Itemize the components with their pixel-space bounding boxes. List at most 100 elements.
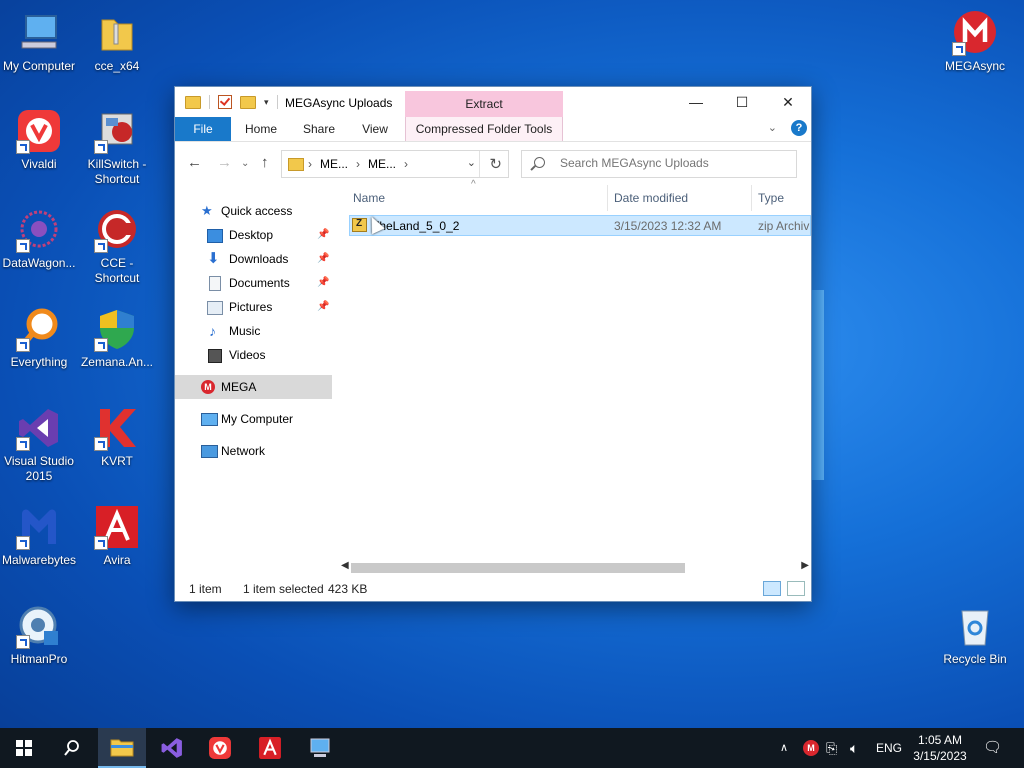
nav-item-label: Network — [221, 444, 266, 458]
maximize-icon[interactable]: ☐ — [719, 87, 765, 117]
tab-compressed-folder-tools[interactable]: Compressed Folder Tools — [405, 117, 563, 141]
desktop-icon-my-computer[interactable]: My Computer — [1, 10, 77, 74]
desktop-icon-killswitch[interactable]: KillSwitch - Shortcut — [79, 108, 155, 187]
nav-item-videos[interactable]: Videos — [175, 343, 332, 367]
nav-item-mega[interactable]: M MEGA — [175, 375, 332, 399]
up-arrow-icon[interactable]: ↑ — [261, 154, 269, 171]
nav-item-network[interactable]: Network — [175, 439, 332, 463]
desktop-icon-malwarebytes[interactable]: Malwarebytes — [1, 504, 77, 568]
column-divider[interactable] — [607, 185, 608, 211]
desktop-icon-avira[interactable]: Avira — [79, 504, 155, 568]
tab-view[interactable]: View — [351, 117, 399, 141]
computer-icon — [201, 413, 218, 426]
clock-time: 1:05 AM — [917, 733, 963, 747]
nav-item-my-computer[interactable]: My Computer — [175, 407, 332, 431]
taskbar-vivaldi[interactable] — [196, 728, 244, 768]
column-header-date-modified[interactable]: Date modified — [614, 185, 688, 211]
desktop-icon-label: Malwarebytes — [1, 553, 77, 567]
desktop-icon-datawagon[interactable]: DataWagon... — [1, 207, 77, 271]
music-note-icon: ♪ — [209, 323, 216, 339]
taskbar-app[interactable] — [296, 728, 344, 768]
desktop-icon-visual-studio[interactable]: Visual Studio 2015 — [1, 405, 77, 484]
desktop-icon-cce-shortcut[interactable]: CCE - Shortcut — [79, 207, 155, 286]
pictures-icon — [207, 301, 223, 315]
breadcrumb-segment[interactable]: ME... — [368, 157, 396, 171]
nav-item-music[interactable]: ♪ Music — [175, 319, 332, 343]
column-header-name[interactable]: Name — [353, 185, 385, 211]
pin-icon[interactable]: 📌 — [317, 247, 329, 271]
nav-item-pictures[interactable]: Pictures 📌 — [175, 295, 332, 319]
nav-item-downloads[interactable]: ⬇ Downloads 📌 — [175, 247, 332, 271]
refresh-icon[interactable]: ↻ — [489, 155, 502, 173]
nav-item-quick-access[interactable]: ★ Quick access — [175, 199, 332, 223]
column-divider[interactable] — [751, 185, 752, 211]
taskbar-file-explorer[interactable] — [98, 728, 146, 768]
desktop-icon-megasync[interactable]: MEGAsync — [937, 10, 1013, 74]
search-button[interactable] — [48, 728, 96, 768]
properties-icon[interactable] — [218, 95, 232, 109]
item-count: 1 item — [189, 582, 222, 596]
input-language[interactable]: ENG — [876, 728, 902, 768]
scroll-left-arrow-icon[interactable]: ◀ — [341, 560, 349, 571]
column-header-type[interactable]: Type — [758, 185, 784, 211]
context-tab-extract[interactable]: Extract — [405, 91, 563, 117]
status-bar: 1 item 1 item selected 423 KB — [175, 577, 811, 601]
scroll-right-arrow-icon[interactable]: ▶ — [801, 560, 809, 571]
nav-item-label: MEGA — [221, 380, 257, 394]
nav-item-label: Downloads — [229, 252, 289, 266]
desktop-icon-kvrt[interactable]: KVRT — [79, 405, 155, 469]
expand-ribbon-chevron-icon[interactable]: ⌄ — [768, 121, 777, 134]
desktop-icon-label: MEGAsync — [944, 59, 1005, 73]
minimize-icon[interactable]: — — [673, 87, 719, 117]
shortcut-arrow-icon — [16, 140, 30, 154]
mega-tray-icon[interactable]: M — [803, 740, 819, 756]
customize-toolbar-dropdown-icon[interactable]: ▾ — [264, 97, 269, 108]
address-bar[interactable]: › ME... › ME... › ⌄ ↻ — [281, 150, 509, 178]
breadcrumb-segment[interactable]: ME... — [320, 157, 348, 171]
taskbar-visual-studio[interactable] — [148, 728, 196, 768]
help-icon[interactable]: ? — [791, 120, 807, 136]
close-icon[interactable]: ✕ — [765, 87, 811, 117]
tab-home[interactable]: Home — [237, 117, 285, 141]
pin-icon[interactable]: 📌 — [317, 271, 329, 295]
tab-file[interactable]: File — [175, 117, 231, 141]
large-icons-view-icon[interactable] — [787, 581, 805, 596]
file-row[interactable]: TheLand_5_0_2 3/15/2023 12:32 AM zip Arc… — [349, 215, 811, 236]
folder-icon — [288, 158, 304, 171]
window-title: MEGAsync Uploads — [285, 96, 393, 110]
desktop-icon-everything[interactable]: Everything — [1, 306, 77, 370]
navigation-pane: ★ Quick access Desktop 📌 ⬇ Downloads 📌 D… — [175, 185, 332, 565]
quick-access-toolbar: ▾ — [185, 95, 278, 109]
back-arrow-icon[interactable]: ← — [187, 154, 202, 171]
search-input[interactable] — [558, 155, 792, 171]
shortcut-arrow-icon — [952, 42, 966, 56]
volume-icon[interactable]: 🔈︎ — [850, 728, 858, 768]
system-clock[interactable]: 1:05 AM 3/15/2023 — [908, 732, 972, 764]
nav-item-documents[interactable]: Documents 📌 — [175, 271, 332, 295]
notifications-icon[interactable]: 🗨︎ — [983, 728, 1002, 768]
star-icon: ★ — [201, 203, 213, 218]
desktop-icon-recycle-bin[interactable]: Recycle Bin — [937, 603, 1013, 667]
desktop-icon-cce-x64[interactable]: cce_x64 — [79, 10, 155, 74]
horizontal-scrollbar[interactable]: ◀ ▶ — [339, 559, 811, 576]
address-history-chevron-icon[interactable]: ⌄ — [467, 156, 476, 169]
forward-arrow-icon[interactable]: → — [217, 154, 232, 171]
nav-item-desktop[interactable]: Desktop 📌 — [175, 223, 332, 247]
taskbar-avira[interactable] — [246, 728, 294, 768]
start-button[interactable] — [0, 728, 48, 768]
scrollbar-thumb[interactable] — [351, 563, 685, 573]
show-hidden-icons-chevron-icon[interactable]: ∧ — [780, 728, 788, 768]
network-tray-icon[interactable]: ⎘ — [826, 728, 837, 768]
pin-icon[interactable]: 📌 — [317, 295, 329, 319]
pin-icon[interactable]: 📌 — [317, 223, 329, 247]
tab-share[interactable]: Share — [295, 117, 343, 141]
recent-locations-chevron-icon[interactable]: ⌄ — [241, 158, 249, 169]
desktop-icon-zemana[interactable]: Zemana.An... — [79, 306, 155, 370]
desktop-icon-hitmanpro[interactable]: HitmanPro — [1, 603, 77, 667]
new-folder-icon[interactable] — [240, 95, 256, 109]
nav-item-label: Pictures — [229, 300, 273, 314]
search-box[interactable] — [521, 150, 797, 178]
desktop-icon-vivaldi[interactable]: Vivaldi — [1, 108, 77, 172]
title-bar: ▾ MEGAsync Uploads Extract — ☐ ✕ — [175, 87, 811, 117]
details-view-icon[interactable] — [763, 581, 781, 596]
